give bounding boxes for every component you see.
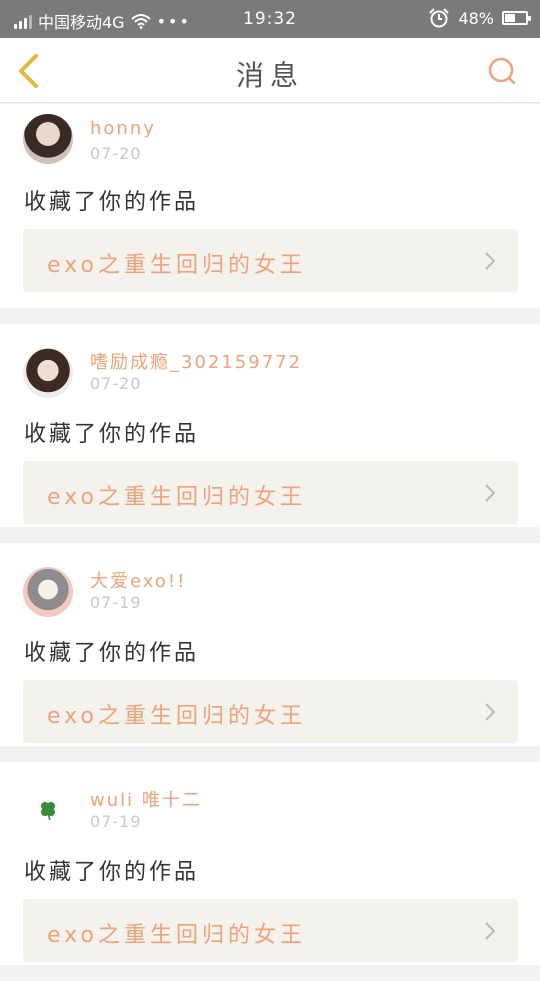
- username[interactable]: 大爱exo!!: [90, 567, 186, 593]
- work-link[interactable]: exo之重生回归的女王: [23, 461, 518, 524]
- work-link[interactable]: exo之重生回归的女王: [23, 680, 518, 743]
- message-list: honny 07-20 收藏了你的作品 exo之重生回归的女王 嗜励成瘾_302…: [0, 104, 540, 981]
- nav-bar: 消息: [0, 38, 540, 103]
- avatar[interactable]: [23, 786, 73, 836]
- battery-icon: [502, 11, 531, 25]
- username[interactable]: 嗜励成瘾_302159772: [90, 348, 302, 374]
- work-title: exo之重生回归的女王: [47, 485, 306, 510]
- work-title: exo之重生回归的女王: [47, 253, 306, 278]
- action-text: 收藏了你的作品: [24, 641, 200, 666]
- battery-fill: [505, 14, 515, 22]
- message-card: honny 07-20 收藏了你的作品 exo之重生回归的女王: [0, 104, 540, 308]
- chevron-right-icon: [485, 703, 496, 721]
- action-text: 收藏了你的作品: [24, 422, 200, 447]
- work-link[interactable]: exo之重生回归的女王: [23, 229, 518, 292]
- avatar[interactable]: [23, 114, 73, 164]
- search-icon[interactable]: [486, 55, 518, 87]
- chevron-right-icon: [485, 484, 496, 502]
- work-link[interactable]: exo之重生回归的女王: [23, 899, 518, 962]
- message-date: 07-20: [90, 374, 142, 393]
- work-title: exo之重生回归的女王: [47, 923, 306, 948]
- message-card: 大爱exo!! 07-19 收藏了你的作品 exo之重生回归的女王: [0, 543, 540, 746]
- battery-percent: 48%: [458, 8, 494, 28]
- message-date: 07-19: [90, 593, 142, 612]
- message-card: wuli 唯十二 07-19 收藏了你的作品 exo之重生回归的女王: [0, 762, 540, 965]
- chevron-right-icon: [485, 922, 496, 940]
- avatar[interactable]: [23, 567, 73, 617]
- action-text: 收藏了你的作品: [24, 860, 200, 885]
- username[interactable]: wuli 唯十二: [90, 786, 202, 812]
- username[interactable]: honny: [90, 118, 156, 139]
- page-title: 消息: [235, 59, 304, 92]
- avatar[interactable]: [23, 348, 73, 398]
- work-title: exo之重生回归的女王: [47, 704, 306, 729]
- message-date: 07-20: [90, 144, 142, 163]
- message-card: 嗜励成瘾_302159772 07-20 收藏了你的作品 exo之重生回归的女王: [0, 324, 540, 527]
- alarm-icon: [429, 8, 450, 28]
- status-right: 48%: [428, 8, 531, 28]
- clover-icon: [41, 802, 55, 821]
- action-text: 收藏了你的作品: [24, 190, 200, 215]
- message-date: 07-19: [90, 812, 142, 831]
- status-bar: 中国移动4G ••• 19:32 48%: [0, 0, 540, 38]
- chevron-right-icon: [485, 252, 496, 270]
